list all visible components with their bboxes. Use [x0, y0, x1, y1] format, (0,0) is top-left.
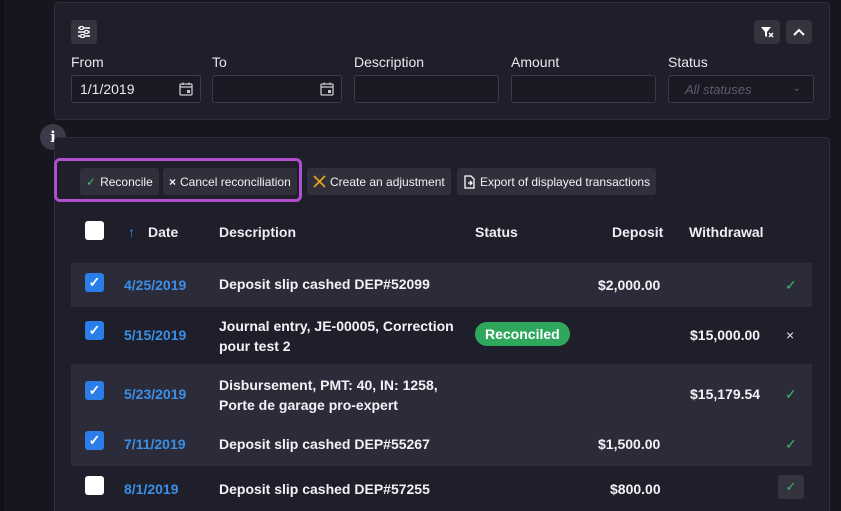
select-all-checkbox[interactable]	[85, 221, 104, 240]
from-label: From	[71, 54, 104, 70]
row-checkbox[interactable]: ✓	[85, 381, 104, 400]
amount-label: Amount	[511, 54, 560, 70]
check-icon: ✓	[88, 432, 101, 448]
export-file-icon	[464, 174, 475, 189]
from-date-field[interactable]: 1/1/2019	[71, 75, 201, 103]
table-row[interactable]	[71, 466, 812, 511]
reconcile-button-row[interactable]: ✓	[778, 475, 804, 499]
check-icon: ✓	[88, 322, 101, 338]
row-date[interactable]: 8/1/2019	[124, 481, 179, 497]
check-icon: ✓	[88, 382, 101, 398]
export-button[interactable]: Export of displayed transactions	[457, 168, 657, 195]
from-date-value: 1/1/2019	[80, 81, 135, 97]
row-deposit: $800.00	[610, 481, 661, 497]
description-column-header[interactable]: Description	[219, 224, 296, 240]
export-label: Export of displayed transactions	[480, 174, 651, 189]
row-date[interactable]: 4/25/2019	[124, 277, 186, 293]
row-date[interactable]: 5/23/2019	[124, 386, 186, 402]
selection-highlight	[54, 158, 302, 202]
create-adjustment-button[interactable]: Create an adjustment	[307, 168, 451, 195]
row-description-line1: Disbursement, PMT: 40, IN: 1258,	[219, 377, 438, 393]
reconcile-check-icon[interactable]: ✓	[785, 436, 797, 453]
row-withdrawal: $15,000.00	[690, 327, 761, 343]
chevron-up-icon	[793, 28, 805, 36]
row-checkbox[interactable]: ✓	[85, 431, 104, 450]
page-left-edge	[0, 0, 4, 511]
row-checkbox[interactable]: ✓	[85, 321, 104, 340]
row-date[interactable]: 7/11/2019	[124, 436, 186, 452]
calendar-icon[interactable]	[320, 82, 334, 96]
collapse-panel-button[interactable]	[786, 20, 812, 44]
row-description: Deposit slip cashed DEP#55267	[219, 436, 430, 452]
status-column-header[interactable]: Status	[475, 224, 518, 240]
sliders-icon	[78, 26, 90, 38]
row-description-line2: Porte de garage pro-expert	[219, 397, 398, 413]
row-date[interactable]: 5/15/2019	[124, 327, 186, 343]
row-description-line2: pour test 2	[219, 338, 291, 354]
description-filter-input[interactable]	[354, 75, 499, 103]
row-withdrawal: $15,179.54	[690, 386, 761, 402]
status-label: Status	[668, 54, 708, 70]
filter-settings-icon[interactable]	[71, 20, 97, 44]
amount-filter-input[interactable]	[511, 75, 656, 103]
reconcile-check-icon[interactable]: ✓	[785, 386, 797, 403]
check-icon: ✓	[785, 479, 797, 494]
status-select[interactable]: All statuses ⌄	[668, 75, 814, 103]
row-checkbox[interactable]	[85, 476, 104, 495]
check-icon: ✓	[88, 274, 101, 290]
status-placeholder: All statuses	[685, 81, 752, 97]
row-description: Deposit slip cashed DEP#52099	[219, 276, 430, 292]
row-deposit: $2,000.00	[598, 277, 661, 293]
create-adjustment-label: Create an adjustment	[330, 174, 445, 189]
date-column-header[interactable]: Date	[148, 224, 178, 240]
calendar-icon[interactable]	[179, 82, 193, 96]
row-description-line1: Journal entry, JE-00005, Correction	[219, 318, 454, 334]
status-badge: Reconciled	[475, 322, 570, 346]
row-description: Deposit slip cashed DEP#57255	[219, 481, 430, 497]
unreconcile-close-icon[interactable]: ×	[786, 327, 794, 343]
to-date-field[interactable]	[212, 75, 342, 103]
description-label: Description	[354, 54, 425, 70]
clear-filter-button[interactable]	[754, 20, 780, 44]
to-label: To	[212, 54, 227, 70]
chevron-down-icon: ⌄	[792, 83, 801, 94]
clear-filter-icon	[761, 27, 774, 38]
reconcile-check-icon[interactable]: ✓	[785, 277, 797, 294]
row-deposit: $1,500.00	[598, 436, 661, 452]
withdrawal-column-header[interactable]: Withdrawal	[689, 224, 764, 240]
adjustment-icon	[313, 175, 326, 188]
deposit-column-header[interactable]: Deposit	[612, 224, 663, 240]
sort-ascending-icon[interactable]: ↑	[128, 224, 135, 240]
row-checkbox[interactable]: ✓	[85, 273, 104, 292]
